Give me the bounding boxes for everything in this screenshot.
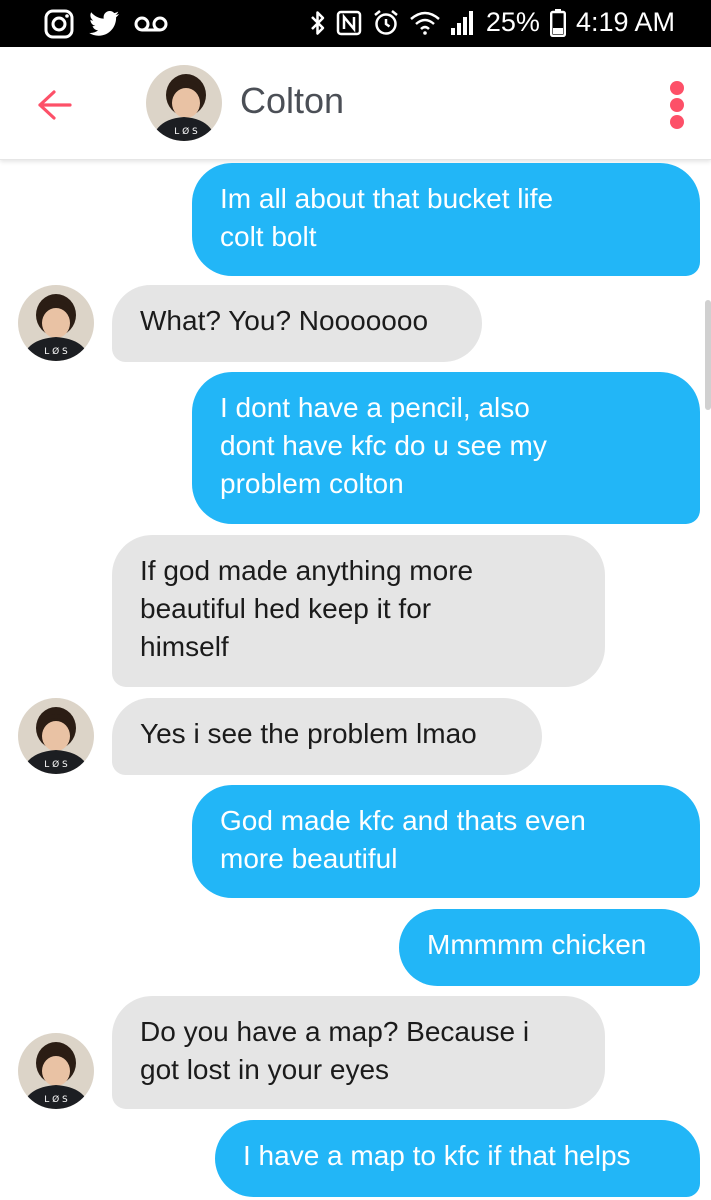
scrollbar[interactable] <box>705 300 711 410</box>
sender-avatar[interactable]: L Ø S <box>18 698 94 774</box>
wifi-icon <box>410 11 440 35</box>
sender-avatar[interactable]: L Ø S <box>18 285 94 361</box>
message-outgoing[interactable]: I dont have a pencil, also dont have kfc… <box>192 372 700 524</box>
back-button[interactable] <box>30 81 78 129</box>
svg-text:L Ø S: L Ø S <box>44 759 68 770</box>
battery-percent: 25% <box>485 7 540 37</box>
status-time: 4:19 AM <box>575 7 675 37</box>
message-outgoing[interactable]: God made kfc and thats even more beautif… <box>192 785 700 898</box>
voicemail-icon <box>134 15 168 33</box>
bluetooth-icon <box>310 9 326 37</box>
status-right-icons: 25% 4:19 AM <box>310 7 675 38</box>
status-bar: 25% 4:19 AM <box>0 0 711 47</box>
svg-text:L Ø S: L Ø S <box>174 126 198 137</box>
message-incoming[interactable]: What? You? Nooooooo <box>112 285 482 362</box>
svg-text:L Ø S: L Ø S <box>44 1094 68 1105</box>
more-vert-icon-dot <box>670 115 684 129</box>
twitter-icon <box>88 10 120 38</box>
message-incoming[interactable]: If god made anything more beautiful hed … <box>112 535 605 687</box>
battery-icon <box>549 8 566 37</box>
more-vert-icon-dot <box>670 98 684 112</box>
status-left-icons <box>44 9 168 39</box>
signal-icon <box>450 10 476 36</box>
chat-header: L Ø S Colton <box>0 47 711 160</box>
header-avatar[interactable]: L Ø S <box>146 65 222 141</box>
more-options-button[interactable] <box>662 75 692 135</box>
back-arrow-icon <box>34 89 74 121</box>
instagram-icon <box>44 9 74 39</box>
svg-text:L Ø S: L Ø S <box>44 346 68 357</box>
sender-avatar[interactable]: L Ø S <box>18 1033 94 1109</box>
alarm-icon <box>372 9 400 37</box>
more-vert-icon <box>670 81 684 95</box>
contact-name[interactable]: Colton <box>240 80 344 122</box>
message-incoming[interactable]: Yes i see the problem lmao <box>112 698 542 775</box>
nfc-icon <box>336 10 362 36</box>
message-outgoing[interactable]: Mmmmm chicken <box>399 909 700 986</box>
message-outgoing[interactable]: I have a map to kfc if that helps <box>215 1120 700 1197</box>
message-outgoing[interactable]: Im all about that bucket life colt bolt <box>192 163 700 276</box>
message-incoming[interactable]: Do you have a map? Because i got lost in… <box>112 996 605 1109</box>
